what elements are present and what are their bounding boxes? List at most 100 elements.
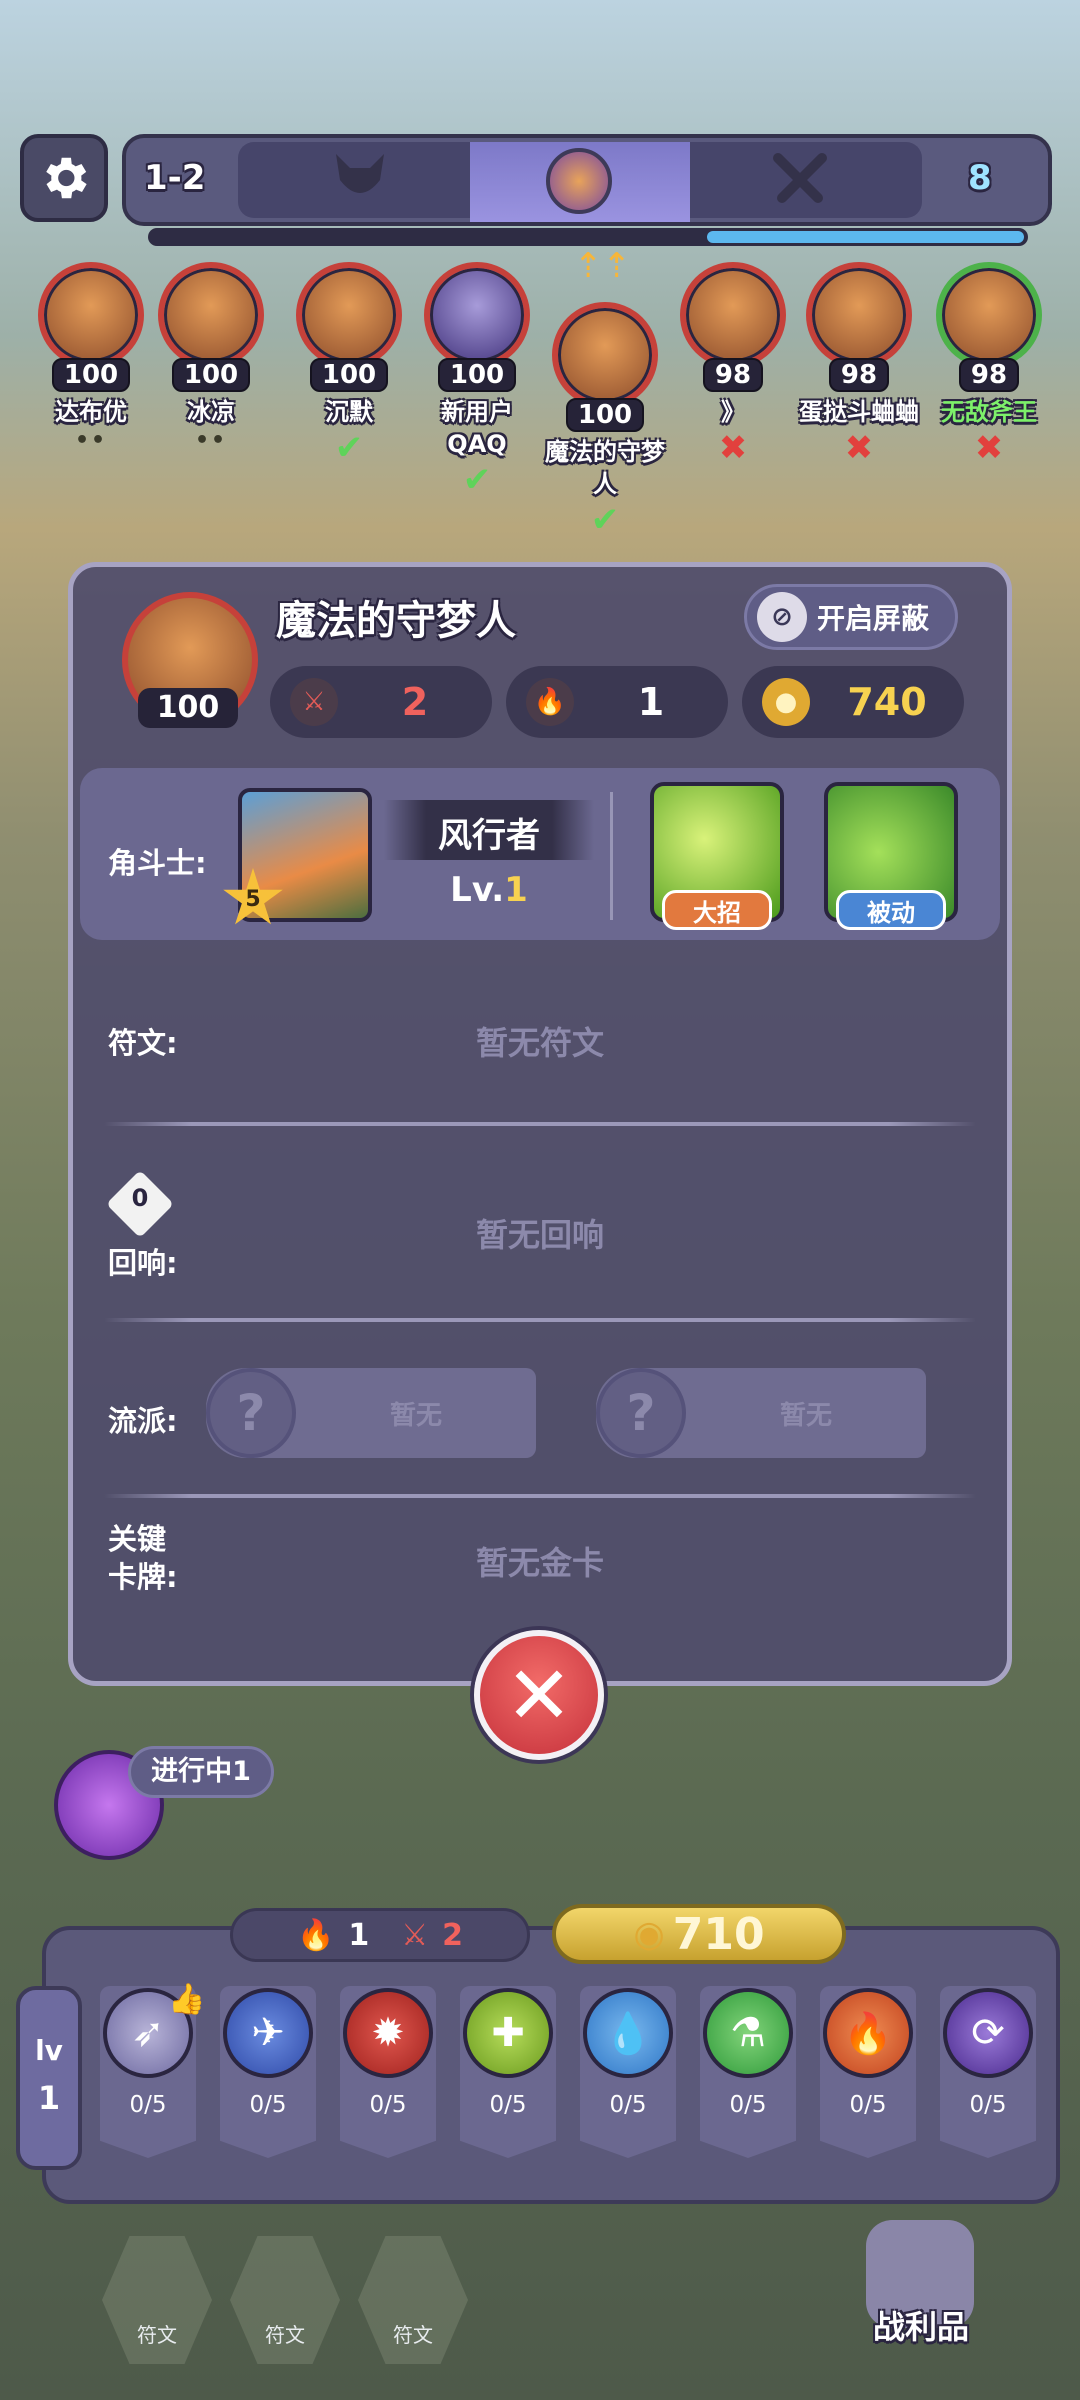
avatar <box>296 262 402 368</box>
avatar <box>158 262 264 368</box>
status-dots: •• <box>194 428 228 453</box>
gold-stat: ● 740 <box>742 666 964 738</box>
rune-count: 0/5 <box>369 2092 407 2118</box>
shield-button-label: 开启屏蔽 <box>817 602 930 635</box>
in-progress-badge[interactable]: 进行中1 <box>128 1746 274 1798</box>
level-number: 1 <box>504 870 528 910</box>
echo-label: 回响: <box>108 1246 178 1280</box>
settings-button[interactable] <box>20 134 108 222</box>
demon-icon[interactable] <box>330 150 390 206</box>
faction-slot-text: 暂无 <box>389 1400 442 1431</box>
faction-label: 流派: <box>108 1404 178 1438</box>
gear-icon <box>46 157 87 199</box>
loot-label[interactable]: 战利品 <box>866 2302 976 2348</box>
player-slot[interactable]: 98 无敌斧王 ✖ <box>924 262 1054 468</box>
faction-slot[interactable]: ? 暂无 <box>596 1368 926 1458</box>
rune-card[interactable]: ⟳ 0/5 <box>940 1986 1036 2158</box>
avatar <box>552 302 658 408</box>
close-icon: ✕ <box>505 1648 573 1742</box>
faction-slot[interactable]: ? 暂无 <box>206 1368 536 1458</box>
spiral-icon: ⟳ <box>943 1988 1033 2078</box>
potion-icon: ⚗ <box>703 1988 793 2078</box>
player-name: 魔法的守梦人 <box>545 438 665 498</box>
streak-stat: 🔥 1 <box>506 666 728 738</box>
player-slot[interactable]: 100 达布优 •• <box>26 262 156 453</box>
player-name: 新用户QAQ <box>441 398 513 458</box>
player-name: 达布优 <box>55 398 127 426</box>
player-hp: 100 <box>51 358 131 392</box>
wing-icon: ✈ <box>223 1988 313 2078</box>
round-label: 1-2 <box>144 158 206 198</box>
mute-icon: ⊘ <box>757 592 807 642</box>
player-hp: 98 <box>702 358 764 392</box>
gold-counter: ◉ 710 <box>552 1904 846 1964</box>
player-hp: 100 <box>565 398 645 432</box>
rune-slot[interactable]: 符文 <box>358 2236 468 2364</box>
rune-count: 0/5 <box>249 2092 287 2118</box>
player-hp: 98 <box>828 358 890 392</box>
gold-value: 740 <box>847 680 927 724</box>
echo-count: 0 <box>131 1184 149 1212</box>
check-icon: ✔ <box>334 428 364 468</box>
rune-count: 0/5 <box>609 2092 647 2118</box>
level-tab[interactable]: lv 1 <box>16 1986 82 2170</box>
player-hp: 100 <box>437 358 517 392</box>
rune-card[interactable]: ✹ 0/5 <box>340 1986 436 2158</box>
rune-count: 0/5 <box>729 2092 767 2118</box>
player-slot[interactable]: 100 沉默 ✔ <box>284 262 414 468</box>
crossed-swords-icon[interactable] <box>770 150 830 206</box>
rune-card[interactable]: ⚗ 0/5 <box>700 1986 796 2158</box>
stage-progress-fill <box>707 231 1024 243</box>
rune-slot[interactable]: 符文 <box>230 2236 340 2364</box>
key-cards-label: 关键 卡牌: <box>108 1520 178 1596</box>
rune-card[interactable]: ✈ 0/5 <box>220 1986 316 2158</box>
thumbs-up-icon: 👍 <box>168 1982 206 2017</box>
player-hp: 100 <box>171 358 251 392</box>
burst-icon: ✹ <box>343 1988 433 2078</box>
player-slot[interactable]: 98 蛋挞斗蛐蛐 ✖ <box>794 262 924 468</box>
avatar <box>806 262 912 368</box>
fire-icon: 🔥 <box>823 1988 913 2078</box>
attack-count: 2 <box>442 1917 463 1953</box>
player-slot[interactable]: 98 》 ✖ <box>668 262 798 468</box>
player-slot-self[interactable]: 100 魔法的守梦人 ✔ <box>540 302 670 540</box>
coin-icon: ◉ <box>633 1913 665 1955</box>
key-cards-label-line1: 关键 <box>108 1522 167 1556</box>
player-slot[interactable]: 100 新用户QAQ ✔ <box>412 262 542 500</box>
modal-player-name: 魔法的守梦人 <box>276 598 516 644</box>
question-icon: ? <box>206 1368 296 1458</box>
rune-slot-label: 符文 <box>265 2323 305 2347</box>
shield-toggle-button[interactable]: ⊘ 开启屏蔽 <box>744 584 958 650</box>
player-hp: 100 <box>309 358 389 392</box>
rune-count: 0/5 <box>969 2092 1007 2118</box>
divider <box>610 792 613 920</box>
sword-icon: ⚔ <box>290 678 338 726</box>
player-name: 无敌斧王 <box>941 398 1037 426</box>
rune-count: 0/5 <box>489 2092 527 2118</box>
avatar <box>936 262 1042 368</box>
gold-amount: 710 <box>672 1908 765 1960</box>
round-count: 8 <box>968 158 992 198</box>
check-icon: ✔ <box>462 460 492 500</box>
current-player-marker-icon: ⇡⇡ <box>574 246 631 286</box>
runes-empty: 暂无符文 <box>475 1024 604 1062</box>
avatar <box>424 262 530 368</box>
close-button[interactable]: ✕ <box>474 1630 604 1760</box>
coin-icon: ● <box>762 678 810 726</box>
player-name: 沉默 <box>325 398 373 426</box>
player-hp: 98 <box>958 358 1020 392</box>
rune-card[interactable]: 🔥 0/5 <box>820 1986 916 2158</box>
cross-icon: ✖ <box>718 428 748 468</box>
cross-icon: ✖ <box>974 428 1004 468</box>
rune-slot[interactable]: 符文 <box>102 2236 212 2364</box>
ultimate-tag: 大招 <box>662 890 772 930</box>
player-name: 》 <box>721 398 745 426</box>
streak-count: 1 <box>348 1917 370 1953</box>
rune-count: 0/5 <box>129 2092 167 2118</box>
rune-card[interactable]: ✚ 0/5 <box>460 1986 556 2158</box>
passive-tag: 被动 <box>836 890 946 930</box>
attack-stat: ⚔ 2 <box>270 666 492 738</box>
rune-card[interactable]: 💧 0/5 <box>580 1986 676 2158</box>
boss-portrait-icon[interactable] <box>546 148 612 214</box>
player-slot[interactable]: 100 冰凉 •• <box>146 262 276 453</box>
